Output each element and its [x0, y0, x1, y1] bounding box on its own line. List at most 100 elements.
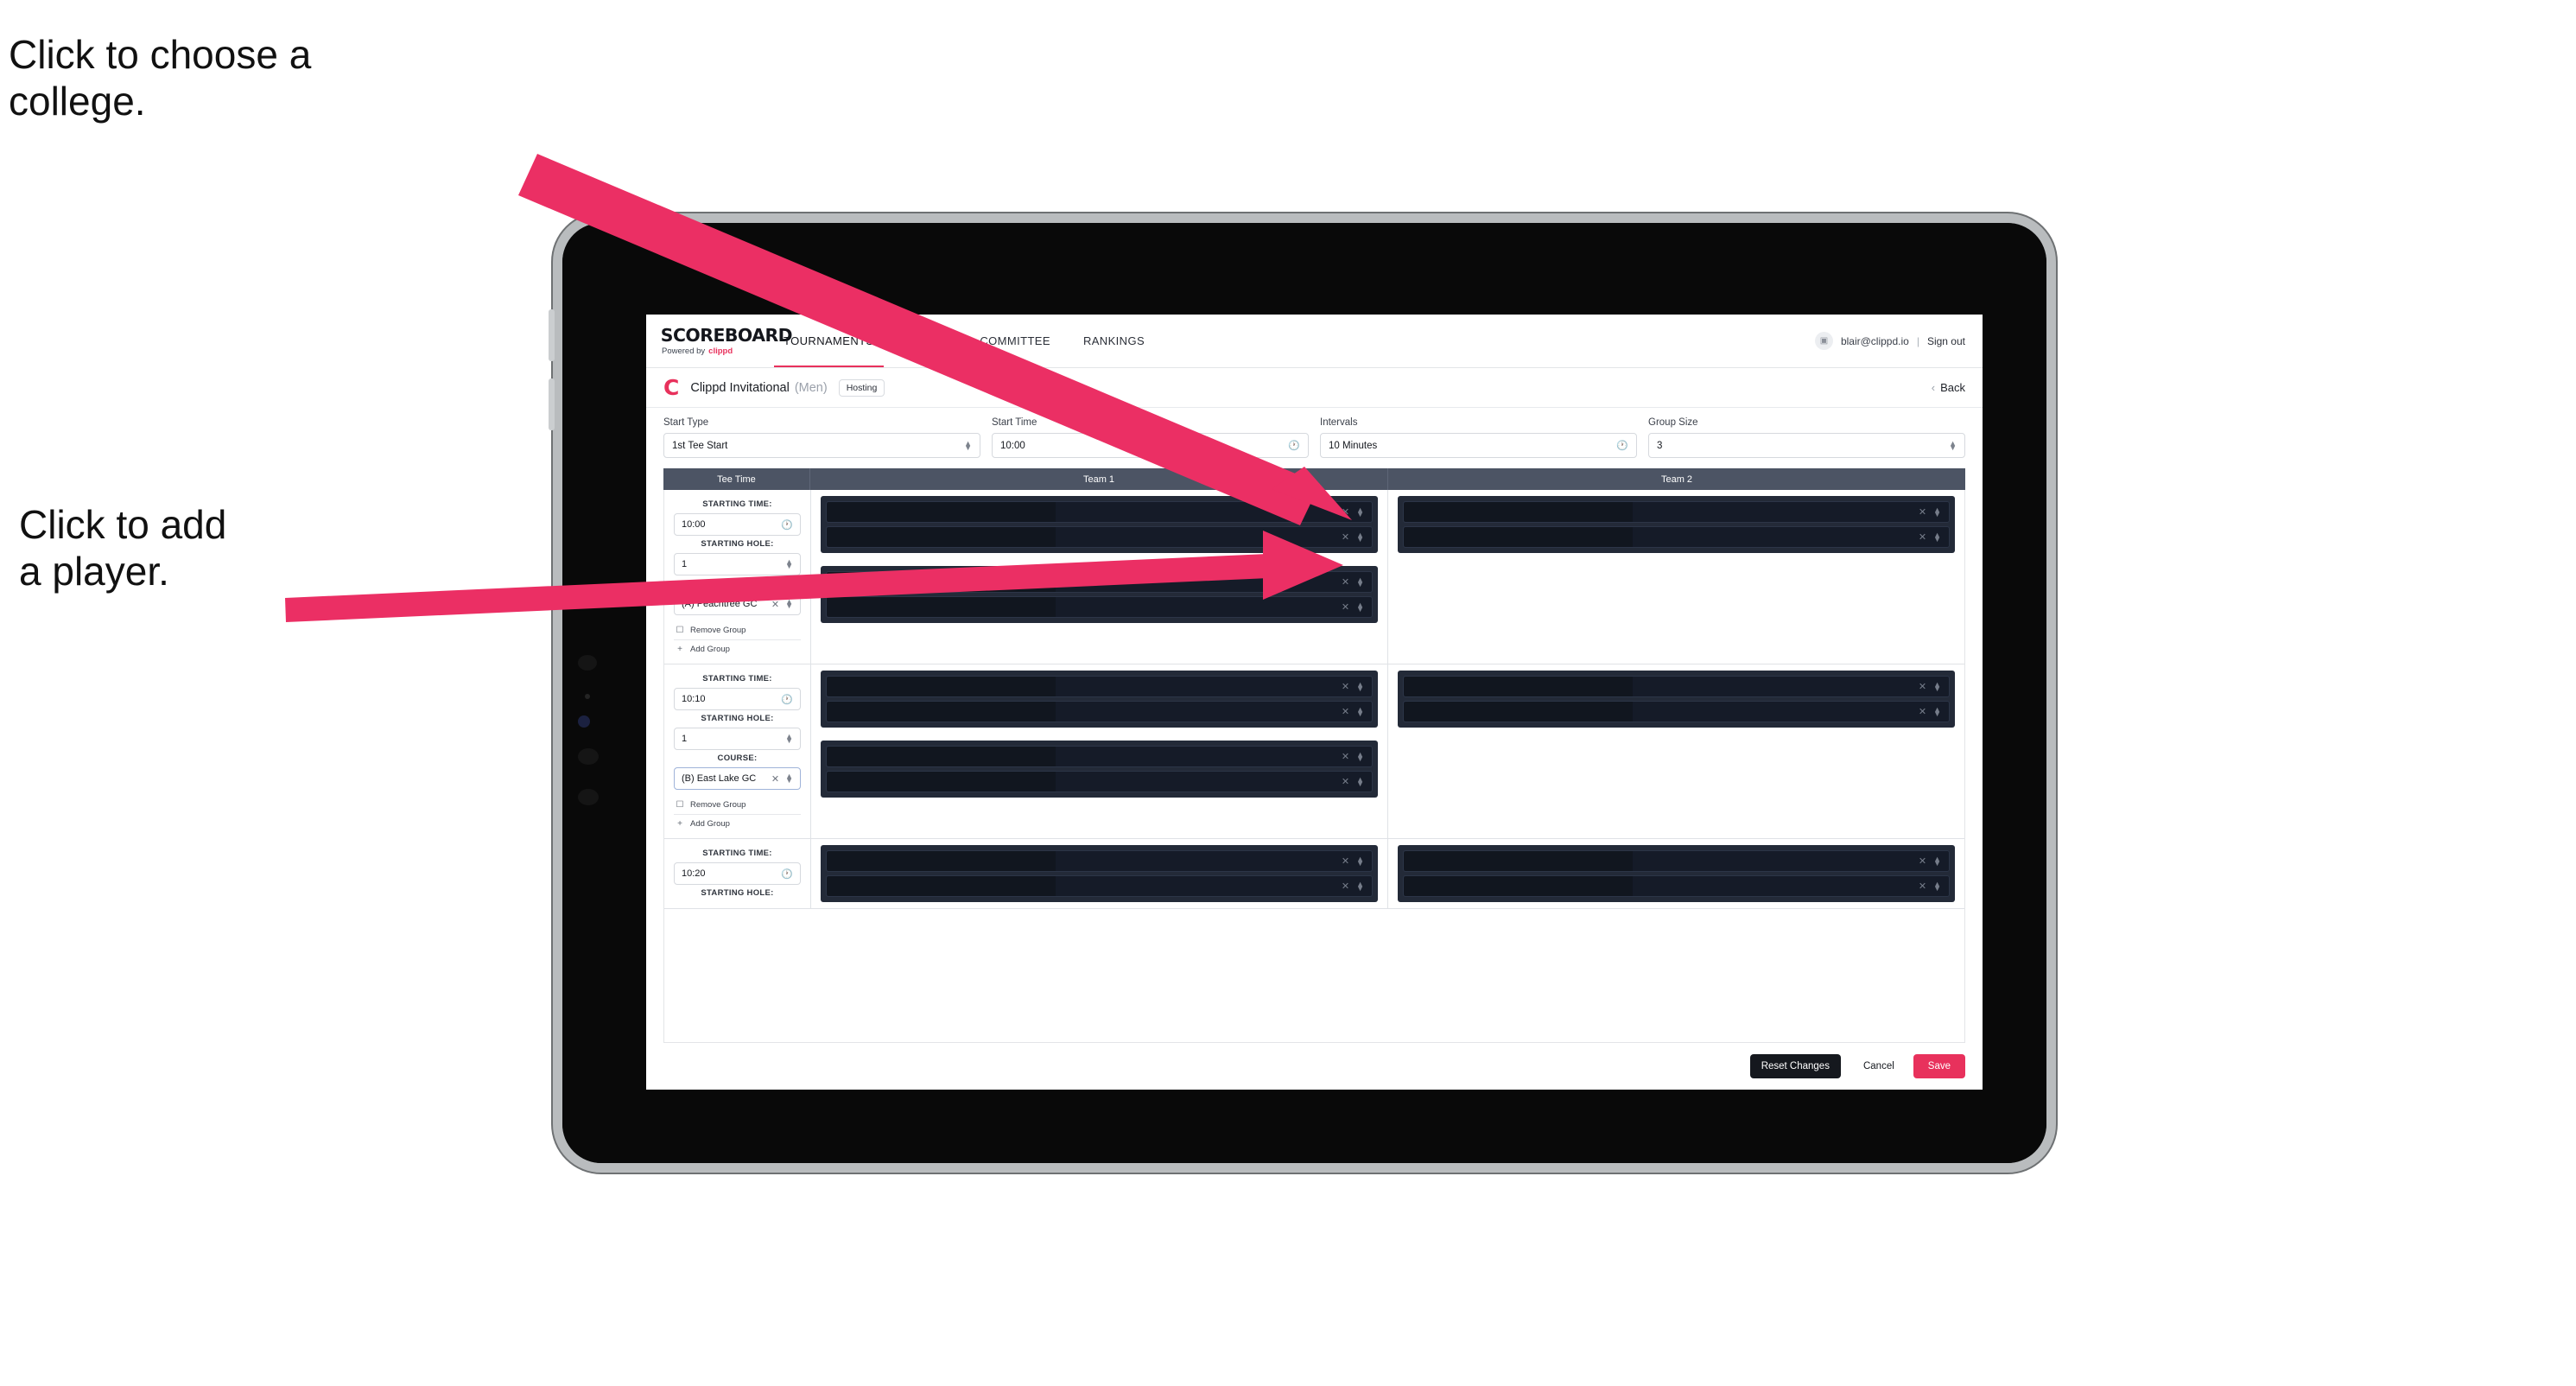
starting-time-input[interactable]: 10:00 🕐 — [674, 513, 801, 536]
plus-icon: + — [677, 819, 682, 829]
stepper-icon[interactable]: ▲ ▼ — [1933, 880, 1941, 892]
player-slot[interactable]: ✕ ▲ ▼ — [1403, 701, 1950, 722]
stepper-icon[interactable]: ▲ ▼ — [1356, 750, 1364, 762]
clock-icon: 🕐 — [1616, 441, 1628, 451]
stepper-icon: ▲ ▼ — [1949, 438, 1957, 452]
player-slot[interactable]: ✕ ▲ ▼ — [1403, 501, 1950, 523]
player-slot[interactable]: ✕ ▲ ▼ — [1403, 850, 1950, 872]
top-navigation-bar: SCOREBOARD Powered by clippd TOURNAMENTS… — [646, 315, 1983, 368]
intervals-input[interactable]: 10 Minutes 🕐 — [1320, 433, 1637, 458]
stepper-icon[interactable]: ▲ ▼ — [1356, 705, 1364, 717]
starting-time-input[interactable]: 10:10 🕐 — [674, 688, 801, 710]
start-time-input[interactable]: 10:00 🕐 — [992, 433, 1309, 458]
stepper-icon[interactable]: ▲ ▼ — [1356, 505, 1364, 518]
stepper-icon[interactable]: ▲ ▼ — [1356, 531, 1364, 543]
player-slot[interactable]: ✕ ▲ ▼ — [826, 875, 1373, 897]
close-x-icon[interactable]: ✕ — [1342, 681, 1349, 692]
player-slot[interactable]: ✕ ▲ ▼ — [826, 850, 1373, 872]
player-slot[interactable]: ✕ ▲ ▼ — [1403, 676, 1950, 697]
player-slot[interactable]: ✕ ▲ ▼ — [826, 676, 1373, 697]
table-row: STARTING TIME: 10:00 🕐 STARTING HOLE: 1 ▲ ▼ COU… — [664, 490, 1964, 664]
close-x-icon[interactable]: ✕ — [1919, 681, 1926, 692]
close-x-icon[interactable]: ✕ — [1919, 855, 1926, 867]
player-slot[interactable]: ✕ ▲ ▼ — [826, 746, 1373, 767]
stepper-icon[interactable]: ▲ ▼ — [1356, 880, 1364, 892]
close-x-icon[interactable]: ✕ — [1342, 776, 1349, 787]
player-slot[interactable]: ✕ ▲ ▼ — [826, 596, 1373, 618]
close-x-icon[interactable]: ✕ — [1342, 881, 1349, 892]
remove-group-button[interactable]: ☐ Remove Group — [674, 796, 801, 815]
player-slot[interactable]: ✕ ▲ ▼ — [1403, 526, 1950, 548]
close-x-icon[interactable]: ✕ — [1342, 531, 1349, 543]
nav-item-rankings[interactable]: RANKINGS — [1067, 315, 1161, 367]
stepper-icon[interactable]: ▲ ▼ — [1356, 680, 1364, 692]
start-type-value: 1st Tee Start — [672, 440, 728, 451]
stepper-icon[interactable]: ▲ ▼ — [785, 772, 793, 785]
trash-icon: ☐ — [676, 626, 684, 635]
save-button[interactable]: Save — [1913, 1054, 1965, 1078]
back-button[interactable]: ‹ Back — [1932, 381, 1965, 394]
add-group-button[interactable]: + Add Group — [674, 640, 801, 658]
course-select-value: (A) Peachtree GC — [682, 599, 758, 609]
close-x-icon[interactable]: ✕ — [1342, 706, 1349, 717]
brand-clippd-label: clippd — [708, 346, 733, 356]
avatar[interactable]: ▣ — [1814, 332, 1833, 350]
start-type-select[interactable]: 1st Tee Start ▲ ▼ — [663, 433, 980, 458]
close-x-icon[interactable]: ✕ — [1342, 506, 1349, 518]
field-label: Start Time — [992, 417, 1037, 428]
course-select[interactable]: (A) Peachtree GC ✕ ▲ ▼ — [674, 593, 801, 615]
screenshot-stage: Click to choose a college. Click to add … — [0, 0, 2576, 1386]
player-slot[interactable]: ✕ ▲ ▼ — [826, 526, 1373, 548]
stepper-icon[interactable]: ▲ ▼ — [1356, 775, 1364, 787]
remove-group-button[interactable]: ☐ Remove Group — [674, 621, 801, 640]
brand-logo[interactable]: SCOREBOARD Powered by clippd — [646, 315, 793, 367]
nav-item-committee[interactable]: COMMITTEE — [963, 315, 1067, 367]
nav-item-teams[interactable]: TEAMS — [891, 315, 964, 367]
close-x-icon[interactable]: ✕ — [1342, 576, 1349, 588]
close-x-icon[interactable]: ✕ — [1919, 706, 1926, 717]
player-slot[interactable]: ✕ ▲ ▼ — [826, 501, 1373, 523]
stepper-icon[interactable]: ▲ ▼ — [785, 733, 793, 745]
stepper-icon[interactable]: ▲ ▼ — [785, 558, 793, 570]
stepper-icon[interactable]: ▲ ▼ — [1933, 705, 1941, 717]
close-x-icon[interactable]: ✕ — [1919, 506, 1926, 518]
group-size-select[interactable]: 3 ▲ ▼ — [1648, 433, 1965, 458]
team-2-cell: ✕ ▲ ▼ ✕ ▲ ▼ — [1388, 839, 1964, 908]
sign-out-link[interactable]: Sign out — [1927, 335, 1965, 347]
player-slot[interactable]: ✕ ▲ ▼ — [1403, 875, 1950, 897]
stepper-icon[interactable]: ▲ ▼ — [1933, 855, 1941, 867]
close-x-icon[interactable]: ✕ — [1919, 881, 1926, 892]
starting-time-input[interactable]: 10:20 🕐 — [674, 862, 801, 885]
reset-changes-button[interactable]: Reset Changes — [1749, 1054, 1841, 1078]
stepper-icon[interactable]: ▲ ▼ — [785, 598, 793, 610]
player-group-card: ✕ ▲ ▼ ✕ ▲ ▼ — [821, 845, 1378, 902]
clock-icon[interactable]: 🕐 — [781, 694, 793, 705]
stepper-icon[interactable]: ▲ ▼ — [1933, 531, 1941, 543]
tee-times-table-body[interactable]: STARTING TIME: 10:00 🕐 STARTING HOLE: 1 ▲ ▼ COU… — [663, 490, 1965, 1043]
clock-icon[interactable]: 🕐 — [781, 519, 793, 531]
starting-hole-select[interactable]: 1 ▲ ▼ — [674, 553, 801, 575]
stepper-icon[interactable]: ▲ ▼ — [1356, 855, 1364, 867]
player-slot[interactable]: ✕ ▲ ▼ — [826, 571, 1373, 593]
stepper-icon[interactable]: ▲ ▼ — [1356, 575, 1364, 588]
stepper-icon[interactable]: ▲ ▼ — [1356, 601, 1364, 613]
player-slot[interactable]: ✕ ▲ ▼ — [826, 771, 1373, 792]
close-x-icon[interactable]: ✕ — [1342, 601, 1349, 613]
nav-item-tournaments[interactable]: TOURNAMENTS — [767, 315, 891, 367]
stepper-icon[interactable]: ▲ ▼ — [1933, 680, 1941, 692]
player-slot[interactable]: ✕ ▲ ▼ — [826, 701, 1373, 722]
close-x-icon[interactable]: ✕ — [771, 599, 779, 610]
add-group-button[interactable]: + Add Group — [674, 815, 801, 833]
field-label: STARTING HOLE: — [701, 888, 774, 898]
close-x-icon[interactable]: ✕ — [1342, 855, 1349, 867]
cancel-button[interactable]: Cancel — [1850, 1054, 1908, 1078]
course-select[interactable]: (B) East Lake GC ✕ ▲ ▼ — [674, 767, 801, 790]
starting-hole-select[interactable]: 1 ▲ ▼ — [674, 728, 801, 750]
close-x-icon[interactable]: ✕ — [771, 773, 779, 785]
nav-item-label: TOURNAMENTS — [784, 334, 874, 347]
clippd-c-logo-icon: C — [663, 375, 680, 400]
clock-icon[interactable]: 🕐 — [781, 868, 793, 880]
stepper-icon[interactable]: ▲ ▼ — [1933, 505, 1941, 518]
close-x-icon[interactable]: ✕ — [1342, 751, 1349, 762]
close-x-icon[interactable]: ✕ — [1919, 531, 1926, 543]
